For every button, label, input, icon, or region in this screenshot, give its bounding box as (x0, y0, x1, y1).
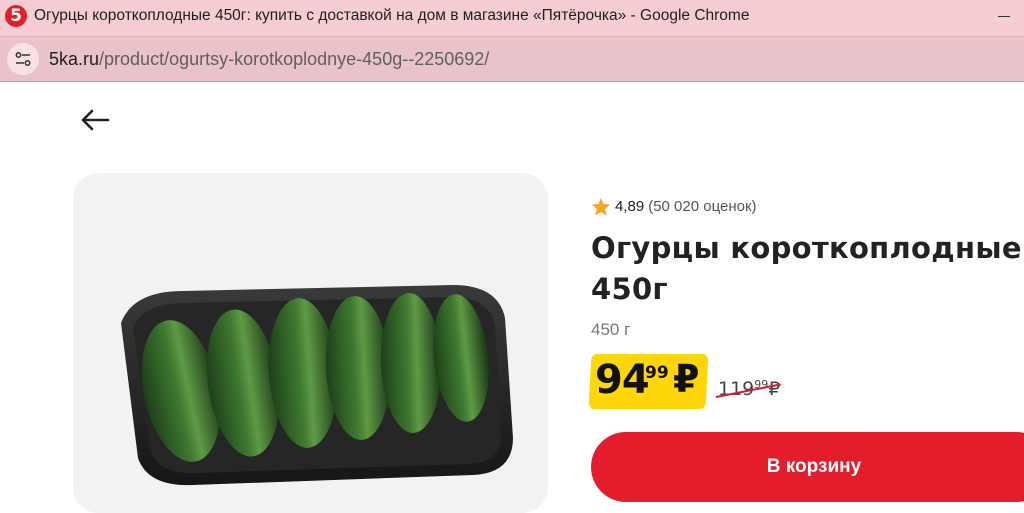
add-to-cart-button[interactable]: В корзину (591, 432, 1024, 502)
url-host: 5ka.ru (49, 49, 100, 69)
address-bar[interactable]: 5ka.ru/product/ogurtsy-korotkoplodnye-45… (0, 36, 1024, 82)
product-weight: 450 г (591, 320, 631, 339)
browser-titlebar: 5 Огурцы короткоплодные 450г: купить с д… (0, 0, 1024, 36)
product-rating[interactable]: 4,89 (50 020 оценок) (591, 197, 757, 216)
old-price-currency: ₽ (768, 378, 781, 400)
window-title: Огурцы короткоплодные 450г: купить с дос… (34, 7, 750, 24)
cucumbers-tray-image (121, 285, 513, 486)
minimize-icon[interactable] (998, 16, 1010, 17)
site-info-icon[interactable] (7, 43, 39, 75)
product-image[interactable] (73, 173, 548, 513)
rating-value: 4,89 (615, 198, 645, 215)
price-kopecks: 99 (645, 363, 669, 383)
store-logo-icon: 5 (5, 5, 27, 27)
arrow-left-icon (81, 109, 110, 131)
back-button[interactable] (78, 106, 112, 134)
price-currency: ₽ (673, 357, 700, 401)
star-icon (591, 197, 611, 216)
url-path: /product/ogurtsy-korotkoplodnye-450g--22… (99, 49, 490, 69)
rating-count: (50 020 оценок) (648, 198, 757, 215)
product-title: Огурцы короткоплодные 450г (591, 231, 1022, 306)
price-rubles: 94 (595, 357, 650, 403)
url-text[interactable]: 5ka.ru/product/ogurtsy-korotkoplodnye-45… (49, 49, 489, 70)
